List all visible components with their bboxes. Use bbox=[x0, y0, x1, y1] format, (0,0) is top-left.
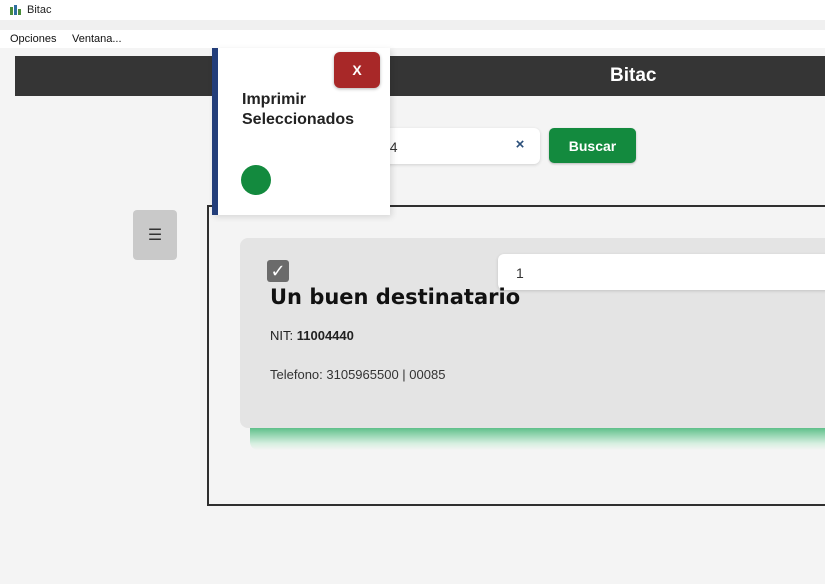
menu-bar: Opciones Ventana... bbox=[0, 30, 825, 48]
close-popup-button[interactable]: X bbox=[334, 52, 380, 88]
select-checkbox[interactable]: ✓ bbox=[267, 260, 289, 282]
card-accent-shadow bbox=[250, 428, 825, 450]
clear-icon[interactable]: × bbox=[512, 137, 528, 153]
menu-ventana[interactable]: Ventana... bbox=[72, 30, 122, 48]
search-input[interactable] bbox=[380, 128, 504, 166]
app-icon bbox=[10, 5, 21, 15]
window-titlebar: Bitac bbox=[0, 0, 825, 20]
print-selected-popup: X Imprimir Seleccionados bbox=[212, 48, 390, 215]
print-selected-button[interactable] bbox=[241, 165, 271, 195]
quantity-input[interactable] bbox=[514, 254, 818, 292]
search-field: × bbox=[370, 128, 540, 166]
search-button[interactable]: Buscar bbox=[549, 128, 636, 163]
titlebar-divider bbox=[0, 20, 825, 30]
hamburger-menu-button[interactable]: ☰ bbox=[133, 210, 177, 260]
recipient-phone: Telefono: 3105965500 | 00085 bbox=[270, 367, 446, 382]
header-brand: Bitac bbox=[610, 65, 657, 86]
menu-opciones[interactable]: Opciones bbox=[10, 30, 56, 48]
nit-value: 11004440 bbox=[296, 328, 354, 343]
recipient-nit: NIT: 11004440 bbox=[270, 328, 354, 343]
popup-title: Imprimir Seleccionados bbox=[242, 91, 355, 128]
window-title: Bitac bbox=[27, 4, 52, 16]
quantity-field bbox=[498, 254, 825, 292]
nit-label: NIT: bbox=[270, 328, 294, 343]
app-header: Bitac bbox=[15, 56, 825, 96]
recipient-name: Un buen destinatario bbox=[270, 285, 521, 309]
